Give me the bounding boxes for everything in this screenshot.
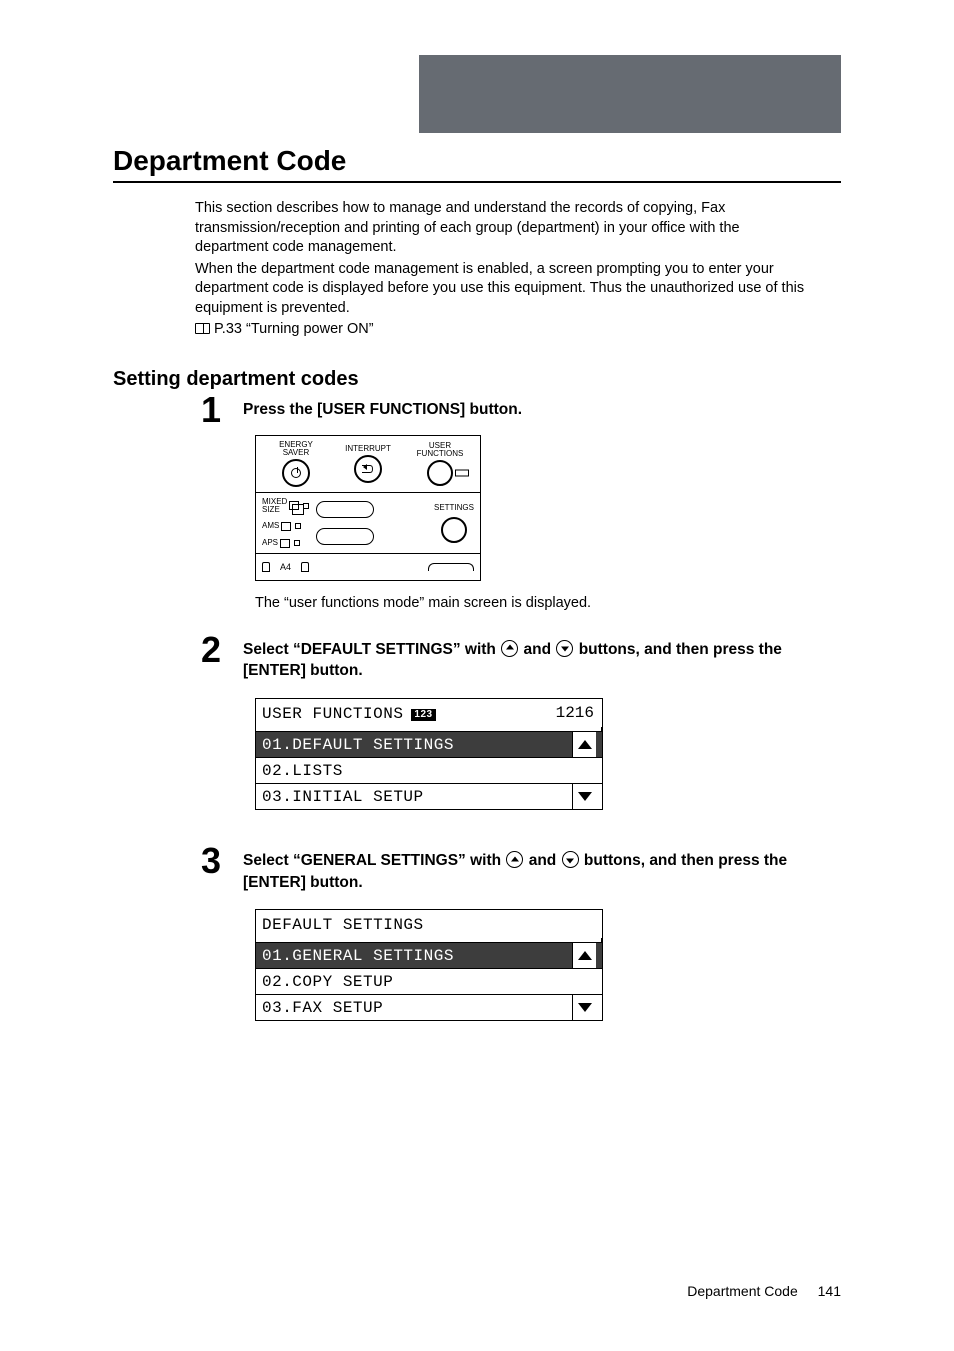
energy-saver-button-icon [282,459,310,487]
intro-p1: This section describes how to manage and… [195,199,815,258]
scroll-up-cell [572,943,596,968]
header-band [419,55,841,133]
triangle-up-icon [578,740,592,749]
intro-text: This section describes how to manage and… [195,199,815,340]
settings-button-icon [441,517,467,543]
menu-item-selected: 01.GENERAL SETTINGS [256,942,602,968]
section-heading: Setting department codes [113,368,841,391]
pill-button-icon [316,528,374,545]
up-arrow-button-icon [506,851,523,868]
step-3: 3 Select “GENERAL SETTINGS” with and but… [243,850,841,1021]
menu-header-row: USER FUNCTIONS123 1216 [256,699,602,727]
left-label-col: MIXEDSIZE AMS APS [262,498,309,548]
step-2: 2 Select “DEFAULT SETTINGS” with and but… [243,639,841,810]
menu-header: DEFAULT SETTINGS [262,916,596,933]
menu-header-number: 1216 [556,705,596,721]
page-content: Department Code This section describes h… [0,0,954,1021]
up-arrow-button-icon [501,640,518,657]
menu-header: USER FUNCTIONS123 [262,705,556,722]
book-icon [195,323,210,334]
step-title: Select “GENERAL SETTINGS” with and butto… [243,850,841,893]
menu-header-row: DEFAULT SETTINGS [256,910,602,938]
step-number: 2 [201,629,221,671]
panel-row-top: ENERGYSAVER INTERRUPT USERFUNCTIONS [256,436,480,493]
interrupt-button-icon [354,455,382,483]
scroll-dashed-edge [578,938,602,942]
step-title: Press the [USER FUNCTIONS] button. [243,399,841,421]
interrupt-label: INTERRUPT [345,445,391,453]
aps-label: APS [262,539,278,547]
panel-row-bottom: A4 [256,554,480,580]
intro-ref: P.33 “Turning power ON” [195,320,815,340]
lcd-menu-illustration: USER FUNCTIONS123 1216 01.DEFAULT SETTIN… [255,698,603,810]
menu-item-text: 02.LISTS [262,762,596,779]
footer-page-number: 141 [818,1283,841,1299]
menu-item-text: 01.GENERAL SETTINGS [262,947,572,964]
lcd-menu-illustration: DEFAULT SETTINGS 01.GENERAL SETTINGS 02.… [255,909,603,1021]
footer-label: Department Code [687,1283,798,1299]
menu-item: 03.INITIAL SETUP [256,783,602,809]
aps-icon [280,539,290,548]
energy-saver-label: ENERGYSAVER [279,441,313,457]
menu-item: 02.COPY SETUP [256,968,602,994]
led-icon [294,540,300,546]
triangle-up-icon [578,951,592,960]
menu-item-text: 02.COPY SETUP [262,973,596,990]
pill-button-icon [316,501,374,518]
step-number: 1 [201,389,221,431]
ams-icon [281,522,291,531]
menu-item-text: 03.INITIAL SETUP [262,788,572,805]
intro-p2: When the department code management is e… [195,260,815,319]
panel-row-mid: MIXEDSIZE AMS APS SETTINGS [256,493,480,554]
mixed-size-icon [289,501,299,510]
down-arrow-button-icon [562,851,579,868]
page-footer: Department Code 141 [687,1283,841,1299]
step-1: 1 Press the [USER FUNCTIONS] button. ENE… [243,399,841,611]
settings-col: SETTINGS [434,503,474,543]
step-title: Select “DEFAULT SETTINGS” with and butto… [243,639,841,682]
settings-label: SETTINGS [434,503,474,512]
menu-item: 02.LISTS [256,757,602,783]
scroll-up-cell [572,732,596,757]
user-functions-label: USERFUNCTIONS [417,442,464,458]
indicator-icon [455,469,469,476]
port-icon [301,562,309,572]
menu-item-selected: 01.DEFAULT SETTINGS [256,731,602,757]
led-icon [295,523,301,529]
page-title: Department Code [113,145,841,183]
menu-item-text: 03.FAX SETUP [262,999,572,1016]
step-note: The “user functions mode” main screen is… [255,595,841,611]
mixed-size-label: MIXEDSIZE [262,498,287,514]
down-arrow-button-icon [556,640,573,657]
control-panel-illustration: ENERGYSAVER INTERRUPT USERFUNCTIONS MIXE… [255,435,481,581]
scroll-down-cell [572,995,596,1020]
pill-buttons [316,501,374,545]
a4-label: A4 [280,562,291,572]
menu-item-text: 01.DEFAULT SETTINGS [262,736,572,753]
menu-item: 03.FAX SETUP [256,994,602,1020]
scroll-dashed-edge [578,727,602,731]
step-number: 3 [201,840,221,882]
lever-icon [428,563,474,571]
scroll-down-cell [572,784,596,809]
mode-123-icon: 123 [411,709,435,721]
port-icon [262,562,270,572]
triangle-down-icon [578,792,592,801]
steps-list: 1 Press the [USER FUNCTIONS] button. ENE… [243,399,841,1021]
user-functions-button-icon [427,460,453,486]
triangle-down-icon [578,1003,592,1012]
ref-text: P.33 “Turning power ON” [214,321,374,337]
ams-label: AMS [262,522,279,530]
